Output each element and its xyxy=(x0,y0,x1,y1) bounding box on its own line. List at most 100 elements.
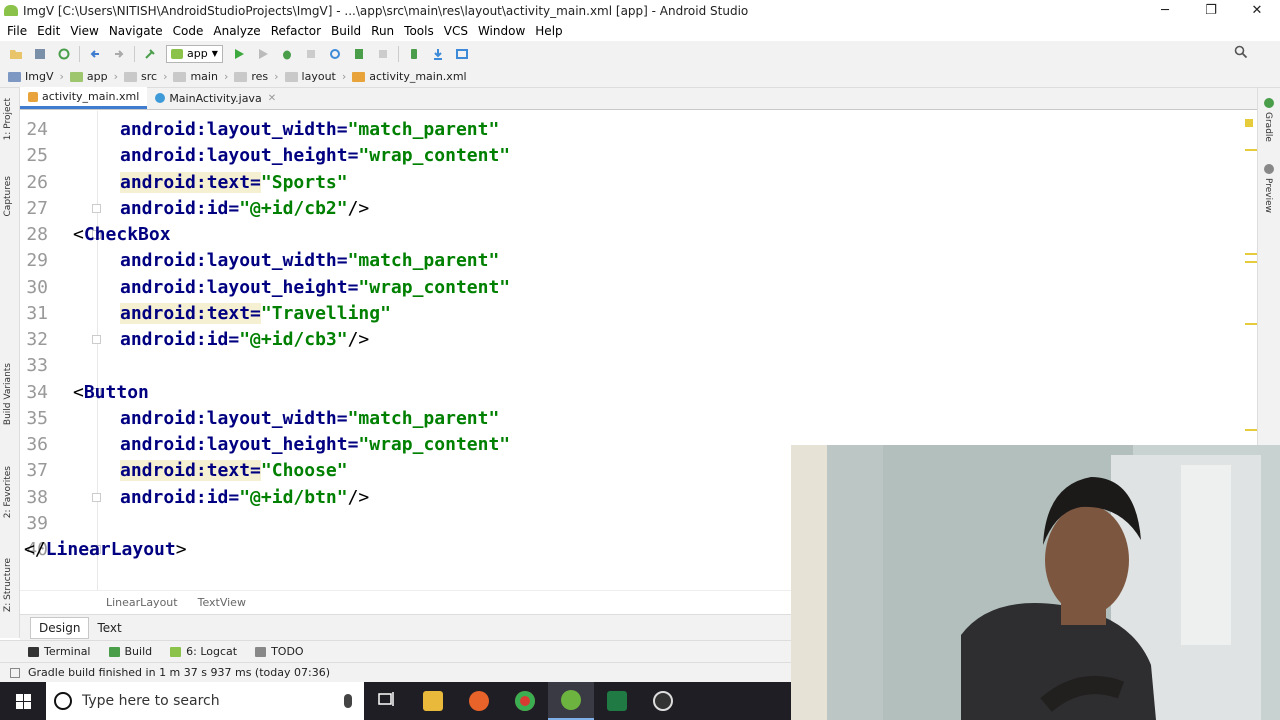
code-content: android:text="Travelling" xyxy=(120,301,391,327)
menu-help[interactable]: Help xyxy=(530,24,567,38)
code-line[interactable]: 30 android:layout_height="wrap_content" xyxy=(20,275,1257,301)
toolbar-divider xyxy=(79,45,80,62)
project-tool-window-button[interactable]: 1: Project xyxy=(3,98,13,140)
menu-view[interactable]: View xyxy=(65,24,103,38)
open-folder-icon[interactable] xyxy=(8,46,24,62)
avd-manager-icon[interactable] xyxy=(406,46,422,62)
menu-tools[interactable]: Tools xyxy=(399,24,439,38)
menu-build[interactable]: Build xyxy=(326,24,366,38)
favorites-tool-window-button[interactable]: 2: Favorites xyxy=(3,466,13,518)
menu-analyze[interactable]: Analyze xyxy=(208,24,265,38)
tab-activity-main-xml[interactable]: activity_main.xml xyxy=(20,87,148,109)
code-line[interactable]: 26 android:text="Sports" xyxy=(20,170,1257,196)
code-line[interactable]: 33 xyxy=(20,353,1257,379)
tab-design[interactable]: Design xyxy=(30,616,90,639)
task-view-button[interactable] xyxy=(364,682,410,720)
obs-button[interactable] xyxy=(640,682,686,720)
tool-window-toggle-icon[interactable] xyxy=(10,667,20,678)
captures-tool-window-button[interactable]: Captures xyxy=(3,176,13,216)
xml-attribute: android:layout_height= xyxy=(120,434,359,455)
debug-icon[interactable] xyxy=(279,46,295,62)
code-line[interactable]: 25 android:layout_height="wrap_content" xyxy=(20,143,1257,169)
apply-code-changes-icon[interactable] xyxy=(351,46,367,62)
code-line[interactable]: 31 android:text="Travelling" xyxy=(20,301,1257,327)
profile-icon[interactable] xyxy=(327,46,343,62)
apply-changes-icon[interactable] xyxy=(255,46,271,62)
code-content: android:id="@+id/btn"/> xyxy=(120,485,369,511)
close-tab-icon[interactable]: ✕ xyxy=(268,93,276,104)
window-controls: ─ ❐ ✕ xyxy=(1142,0,1280,21)
menu-file[interactable]: File xyxy=(2,24,32,38)
terminal-tool-button[interactable]: Terminal xyxy=(28,645,91,658)
fold-marker-icon[interactable] xyxy=(92,203,101,213)
run-icon[interactable] xyxy=(231,46,247,62)
code-line[interactable]: 24 android:layout_width="match_parent" xyxy=(20,117,1257,143)
logcat-tool-button[interactable]: 6: Logcat xyxy=(170,645,237,658)
structure-tool-window-button[interactable]: Z: Structure xyxy=(3,558,13,612)
build-variants-tool-window-button[interactable]: Build Variants xyxy=(3,363,13,425)
maximize-button[interactable]: ❐ xyxy=(1188,0,1234,21)
xml-value: "@+id/btn" xyxy=(239,486,348,508)
code-line[interactable]: 28 <CheckBox xyxy=(20,222,1257,248)
code-line[interactable]: 35 android:layout_width="match_parent" xyxy=(20,406,1257,432)
sync-icon[interactable] xyxy=(56,46,72,62)
line-number: 28 xyxy=(26,224,48,245)
menu-code[interactable]: Code xyxy=(168,24,209,38)
breadcrumb-label: main xyxy=(190,70,218,83)
sdk-manager-icon[interactable] xyxy=(430,46,446,62)
tab-mainactivity-java[interactable]: MainActivity.java ✕ xyxy=(147,87,284,109)
run-configuration-select[interactable]: app ▼ xyxy=(166,44,223,63)
breadcrumb-item[interactable]: ImgV › xyxy=(8,70,64,83)
menu-refactor[interactable]: Refactor xyxy=(266,24,326,38)
stop-icon[interactable] xyxy=(375,46,391,62)
menu-navigate[interactable]: Navigate xyxy=(104,24,168,38)
folder-icon xyxy=(284,71,298,82)
breadcrumb-textview[interactable]: TextView xyxy=(198,596,246,609)
breadcrumb-item[interactable]: main › xyxy=(173,70,228,83)
excel-button[interactable] xyxy=(594,682,640,720)
breadcrumb-separator: › xyxy=(341,70,347,83)
terminal-label: Terminal xyxy=(44,645,91,658)
tab-text[interactable]: Text xyxy=(89,618,129,638)
breadcrumb-item[interactable]: app › xyxy=(69,70,118,83)
forward-arrow-icon[interactable] xyxy=(111,46,127,62)
build-tool-button[interactable]: Build xyxy=(108,645,152,658)
android-studio-taskbar-button[interactable] xyxy=(548,682,594,720)
fold-marker-icon[interactable] xyxy=(92,335,101,344)
breadcrumb-item[interactable]: src › xyxy=(124,70,167,83)
preview-tool-window-button[interactable]: Preview xyxy=(1263,178,1273,213)
menu-run[interactable]: Run xyxy=(366,24,399,38)
minimize-button[interactable]: ─ xyxy=(1142,0,1188,21)
back-arrow-icon[interactable] xyxy=(87,46,103,62)
file-explorer-button[interactable] xyxy=(410,682,456,720)
taskbar-search-box[interactable]: Type here to search xyxy=(46,682,364,720)
menu-vcs[interactable]: VCS xyxy=(439,24,473,38)
breadcrumb-item[interactable]: layout › xyxy=(284,70,347,83)
fold-marker-icon[interactable] xyxy=(92,492,101,502)
breadcrumb-label: src xyxy=(141,70,158,83)
menu-window[interactable]: Window xyxy=(473,24,530,38)
start-button[interactable] xyxy=(0,682,46,720)
microphone-icon[interactable] xyxy=(344,694,352,708)
project-structure-icon[interactable] xyxy=(454,46,470,62)
code-line[interactable]: 29 android:layout_width="match_parent" xyxy=(20,248,1257,274)
gradle-tool-window-button[interactable]: Gradle xyxy=(1263,112,1273,142)
attach-debugger-icon[interactable] xyxy=(303,46,319,62)
firefox-button[interactable] xyxy=(456,682,502,720)
save-icon[interactable] xyxy=(32,46,48,62)
chrome-button[interactable] xyxy=(502,682,548,720)
breadcrumb-linearlayout[interactable]: LinearLayout xyxy=(106,596,178,609)
android-studio-icon xyxy=(561,690,581,710)
code-line[interactable]: 32 android:id="@+id/cb3"/> xyxy=(20,327,1257,353)
menu-edit[interactable]: Edit xyxy=(32,24,65,38)
search-everywhere-icon[interactable] xyxy=(1234,45,1250,61)
todo-tool-button[interactable]: TODO xyxy=(255,645,304,658)
breadcrumb-item[interactable]: activity_main.xml xyxy=(352,70,467,83)
close-button[interactable]: ✕ xyxy=(1234,0,1280,21)
code-content: <Button xyxy=(73,380,149,406)
webcam-presenter-photo xyxy=(791,445,1280,720)
breadcrumb-item[interactable]: res › xyxy=(234,70,279,83)
make-project-hammer-icon[interactable] xyxy=(142,46,158,62)
code-line[interactable]: 27 android:id="@+id/cb2"/> xyxy=(20,196,1257,222)
code-line[interactable]: 34 <Button xyxy=(20,380,1257,406)
